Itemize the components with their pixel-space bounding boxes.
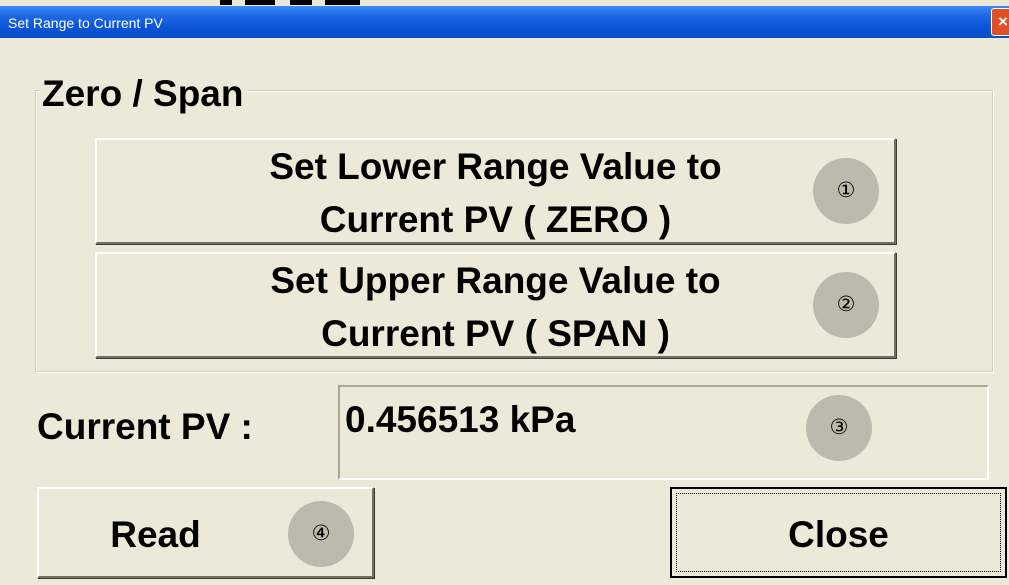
read-button[interactable]: Read ④: [37, 487, 374, 578]
marker-3: ③: [806, 395, 872, 461]
set-upper-range-label-line1: Set Upper Range Value to: [270, 260, 721, 301]
title-bar[interactable]: Set Range to Current PV ×: [0, 6, 1009, 38]
group-title: Zero / Span: [40, 73, 248, 115]
set-lower-range-label-line1: Set Lower Range Value to: [269, 146, 722, 187]
read-button-label: Read: [110, 514, 201, 555]
current-pv-value: 0.456513 kPa: [345, 399, 576, 440]
current-pv-display: 0.456513 kPa ③: [338, 385, 989, 480]
close-button-label: Close: [788, 514, 889, 555]
set-upper-range-button[interactable]: Set Upper Range Value to Current PV ( SP…: [95, 252, 896, 358]
marker-1: ①: [813, 158, 879, 224]
set-range-dialog: Set Range to Current PV × Zero / Span Se…: [0, 0, 1009, 585]
window-title: Set Range to Current PV: [8, 15, 163, 31]
current-pv-label: Current PV :: [37, 406, 253, 447]
marker-4: ④: [288, 501, 354, 567]
set-lower-range-label-line2: Current PV ( ZERO ): [319, 199, 672, 240]
set-lower-range-button[interactable]: Set Lower Range Value to Current PV ( ZE…: [95, 138, 896, 244]
close-icon[interactable]: ×: [991, 8, 1009, 36]
close-button[interactable]: Close: [670, 487, 1007, 578]
marker-2: ②: [813, 272, 879, 338]
set-upper-range-label-line2: Current PV ( SPAN ): [321, 313, 670, 354]
